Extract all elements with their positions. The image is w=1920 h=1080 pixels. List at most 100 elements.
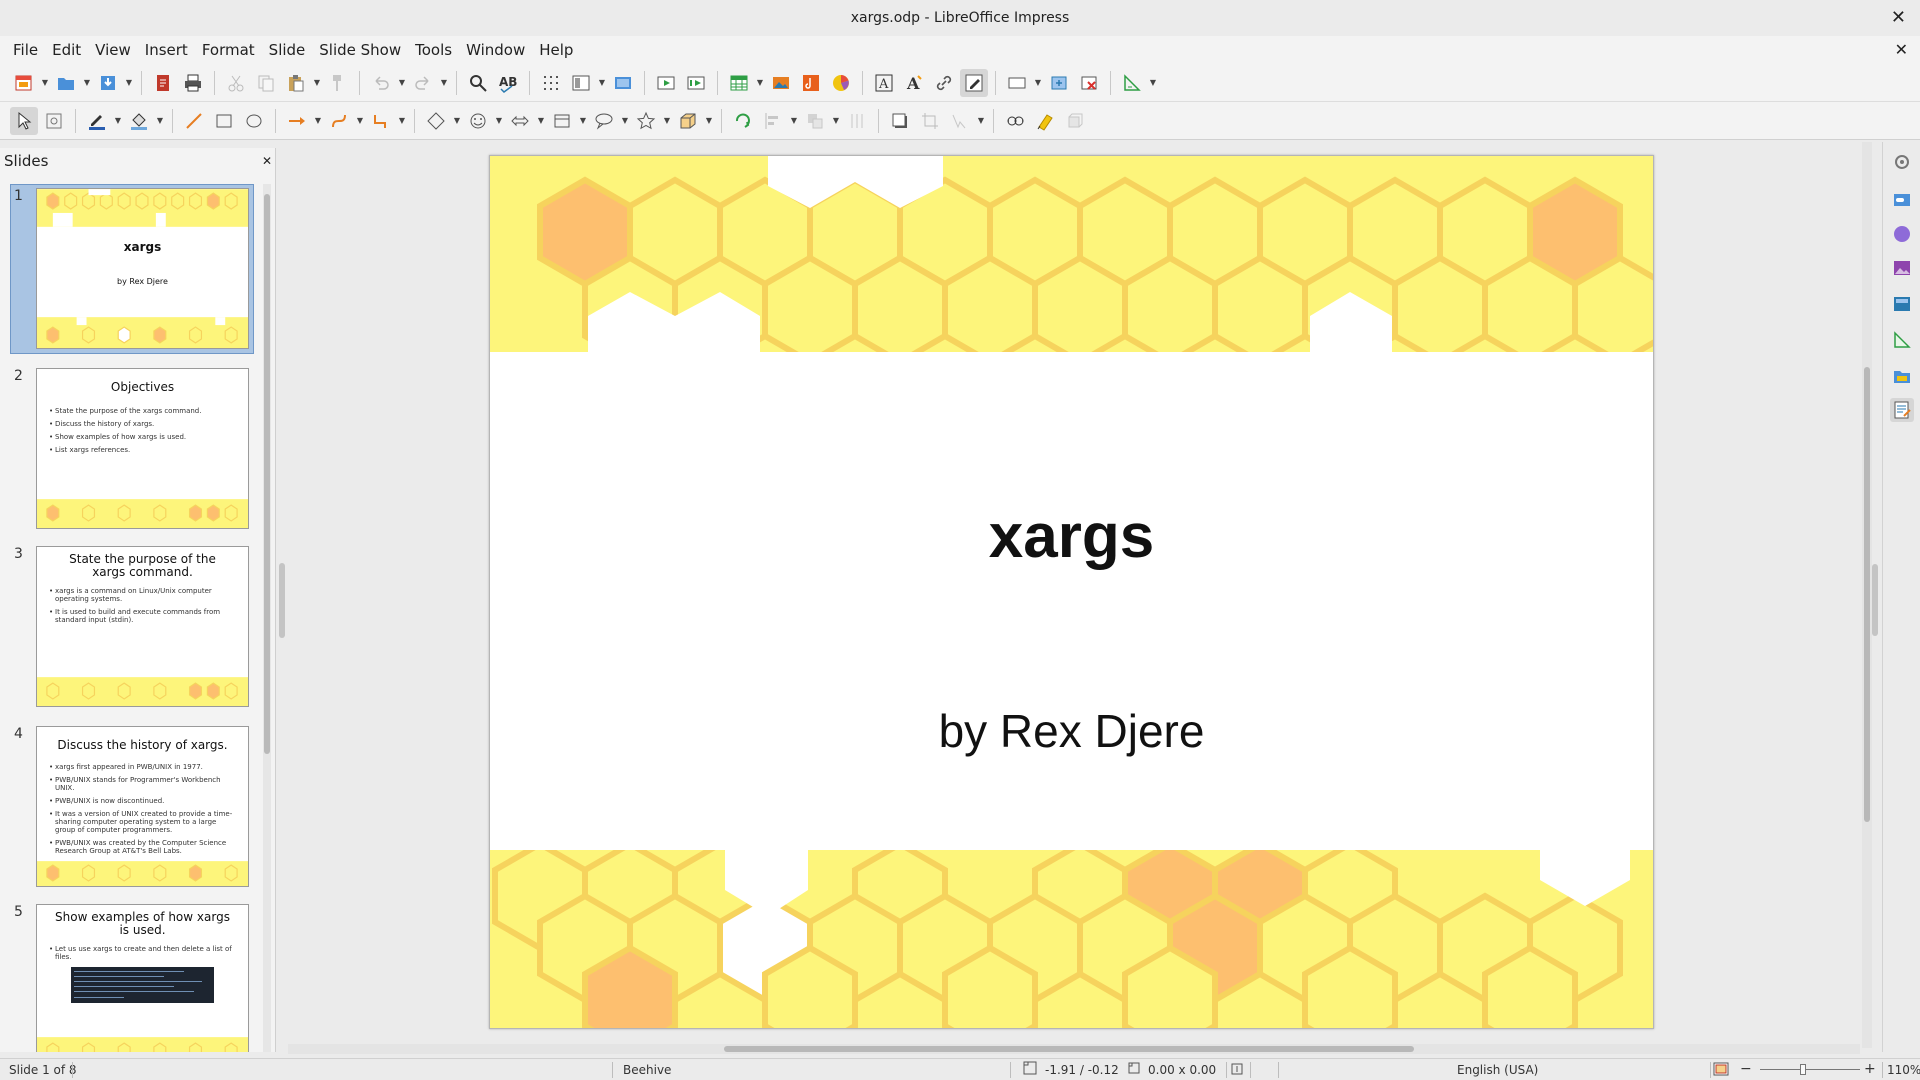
fill-color-dropdown[interactable]: ▼ [155, 107, 165, 135]
save-icon[interactable] [94, 69, 122, 97]
open-folder-icon[interactable] [52, 69, 80, 97]
ellipse-tool-icon[interactable] [240, 107, 268, 135]
properties-icon[interactable] [1890, 188, 1914, 212]
callouts-icon[interactable] [590, 107, 618, 135]
spelling-icon[interactable]: AB [494, 69, 522, 97]
menu-tools[interactable]: Tools [408, 37, 459, 63]
delete-slide-icon[interactable] [1075, 69, 1103, 97]
undo-icon[interactable] [367, 69, 395, 97]
redo-icon[interactable] [409, 69, 437, 97]
open-dropdown[interactable]: ▼ [82, 69, 92, 97]
menu-view[interactable]: View [88, 37, 138, 63]
stars-banners-icon[interactable] [632, 107, 660, 135]
display-views-icon[interactable] [567, 69, 595, 97]
horizontal-scrollbar[interactable] [288, 1044, 1860, 1054]
rotate-icon[interactable] [729, 107, 757, 135]
distribute-icon[interactable] [843, 107, 871, 135]
slide-thumbnail-3[interactable]: State the purpose of the xargs command. … [36, 546, 249, 707]
flowchart-icon[interactable] [548, 107, 576, 135]
slide-thumbnail-5[interactable]: Show examples of how xargs is used. Let … [36, 904, 249, 1052]
zoom-pan-icon[interactable] [40, 107, 68, 135]
flowchart-dropdown[interactable]: ▼ [578, 107, 588, 135]
snap-guides-icon[interactable] [1118, 69, 1146, 97]
menu-slide[interactable]: Slide [262, 37, 313, 63]
menu-edit[interactable]: Edit [45, 37, 88, 63]
3d-objects-dropdown[interactable]: ▼ [704, 107, 714, 135]
document-modified-icon[interactable] [1230, 1062, 1244, 1079]
curve-dropdown[interactable]: ▼ [355, 107, 365, 135]
toggle-extrusion-icon[interactable] [1061, 107, 1089, 135]
slide-thumbnail-1[interactable]: xargs by Rex Djere [36, 188, 249, 349]
navigator-icon[interactable] [1890, 398, 1914, 422]
slide-transition-sidebar-icon[interactable] [1890, 222, 1914, 246]
slide-thumbnail-2[interactable]: Objectives State the purpose of the xarg… [36, 368, 249, 529]
undo-dropdown[interactable]: ▼ [397, 69, 407, 97]
zoom-slider[interactable] [1760, 1069, 1860, 1070]
align-objects-icon[interactable] [759, 107, 787, 135]
menu-insert[interactable]: Insert [138, 37, 195, 63]
slide-transition-icon[interactable] [1003, 69, 1031, 97]
symbol-shapes-dropdown[interactable]: ▼ [494, 107, 504, 135]
insert-image-icon[interactable] [767, 69, 795, 97]
snap-guides-dropdown[interactable]: ▼ [1148, 69, 1158, 97]
stars-dropdown[interactable]: ▼ [662, 107, 672, 135]
find-replace-icon[interactable] [464, 69, 492, 97]
sidebar-collapse-grip[interactable] [1872, 564, 1878, 636]
symbol-shapes-icon[interactable] [464, 107, 492, 135]
show-draw-functions-icon[interactable] [960, 68, 988, 97]
new-document-icon[interactable] [10, 69, 38, 97]
zoom-level[interactable]: 110% [1887, 1063, 1920, 1077]
menu-format[interactable]: Format [195, 37, 262, 63]
basic-shapes-icon[interactable] [422, 107, 450, 135]
slides-pane-scrollbar[interactable] [263, 184, 271, 1052]
callouts-dropdown[interactable]: ▼ [620, 107, 630, 135]
rectangle-tool-icon[interactable] [210, 107, 238, 135]
insert-table-dropdown[interactable]: ▼ [755, 69, 765, 97]
arrange-dropdown[interactable]: ▼ [831, 107, 841, 135]
fontwork-icon[interactable]: A [900, 69, 928, 97]
start-current-slide-icon[interactable] [682, 69, 710, 97]
glue-points-icon[interactable] [1031, 107, 1059, 135]
paste-dropdown[interactable]: ▼ [312, 69, 322, 97]
filter-icon[interactable] [946, 107, 974, 135]
shadow-icon[interactable] [886, 107, 914, 135]
export-pdf-icon[interactable] [149, 69, 177, 97]
arrow-line-dropdown[interactable]: ▼ [313, 107, 323, 135]
copy-icon[interactable] [252, 69, 280, 97]
styles-icon[interactable] [1890, 328, 1914, 352]
splitter-grip[interactable] [279, 563, 285, 638]
arrow-line-icon[interactable] [283, 107, 311, 135]
new-document-dropdown[interactable]: ▼ [40, 69, 50, 97]
line-color-icon[interactable] [83, 107, 111, 135]
zoom-out-button[interactable]: − [1740, 1061, 1752, 1077]
3d-objects-icon[interactable] [674, 107, 702, 135]
insert-text-box-icon[interactable]: A [870, 69, 898, 97]
points-edit-icon[interactable] [1001, 107, 1029, 135]
filter-dropdown[interactable]: ▼ [976, 107, 986, 135]
block-arrows-icon[interactable] [506, 107, 534, 135]
display-views-dropdown[interactable]: ▼ [597, 69, 607, 97]
master-slide-icon[interactable] [609, 69, 637, 97]
block-arrows-dropdown[interactable]: ▼ [536, 107, 546, 135]
slide-thumbnail-4[interactable]: Discuss the history of xargs. xargs firs… [36, 726, 249, 887]
paste-icon[interactable] [282, 69, 310, 97]
start-first-slide-icon[interactable] [652, 69, 680, 97]
sidebar-settings-icon[interactable] [1890, 150, 1914, 174]
pane-splitter[interactable] [276, 148, 288, 1052]
menu-file[interactable]: File [6, 37, 45, 63]
connector-tool-icon[interactable] [367, 107, 395, 135]
zoom-in-button[interactable]: + [1864, 1061, 1876, 1077]
insert-table-icon[interactable] [725, 69, 753, 97]
menu-window[interactable]: Window [459, 37, 532, 63]
scrollbar-thumb[interactable] [1864, 367, 1870, 822]
save-dropdown[interactable]: ▼ [124, 69, 134, 97]
zoom-slider-handle[interactable] [1800, 1064, 1806, 1075]
new-slide-icon[interactable] [1045, 69, 1073, 97]
line-tool-icon[interactable] [180, 107, 208, 135]
select-pointer-icon[interactable] [10, 106, 38, 135]
crop-icon[interactable] [916, 107, 944, 135]
document-close-button[interactable]: ✕ [1895, 40, 1908, 59]
connector-dropdown[interactable]: ▼ [397, 107, 407, 135]
menu-slide-show[interactable]: Slide Show [312, 37, 408, 63]
main-slide[interactable]: xargs by Rex Djere [489, 155, 1654, 1029]
